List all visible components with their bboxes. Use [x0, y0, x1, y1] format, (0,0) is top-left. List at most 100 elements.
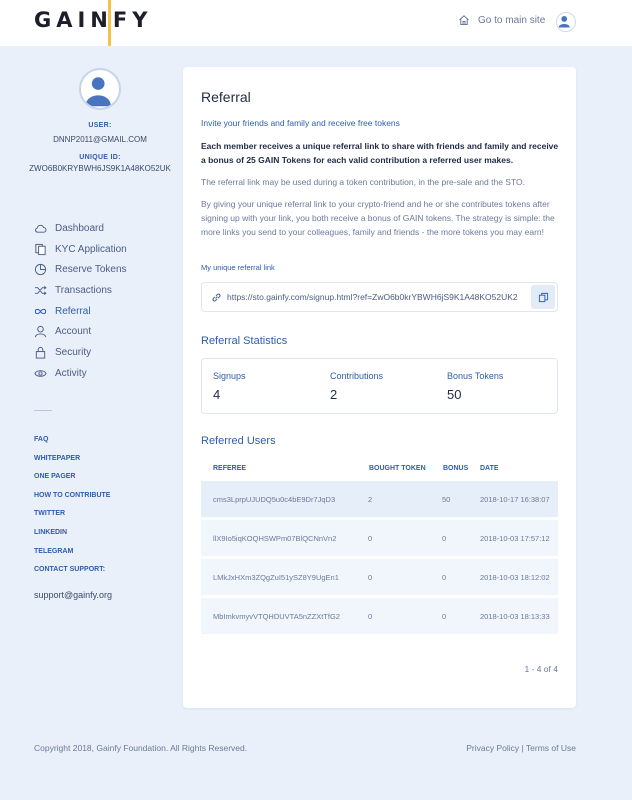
- cell-bonus: 50: [442, 495, 451, 504]
- referral-subtitle: Invite your friends and family and recei…: [201, 118, 400, 128]
- link-faq[interactable]: FAQ: [34, 436, 112, 455]
- support-email-link[interactable]: support@gainfy.org: [34, 590, 112, 600]
- sidebar-item-security[interactable]: Security: [34, 342, 127, 363]
- table-row: cms3LprpUJUDQ5u0c4bE9Dr7JqD3 2 50 2018-1…: [201, 481, 558, 517]
- referral-strategy-text: By giving your unique referral link to y…: [201, 199, 555, 237]
- pagination-info: 1 - 4 of 4: [524, 664, 558, 674]
- footer-links: Privacy Policy | Terms of Use: [466, 743, 576, 753]
- unique-id-value: ZWO6B0KRYBWH6JS9K1A48KO52UK: [29, 164, 171, 173]
- unique-id-label: UNIQUE ID:: [79, 154, 121, 161]
- user-email: DNNP2011@GMAIL.COM: [53, 135, 147, 144]
- sidebar: USER: DNNP2011@GMAIL.COM UNIQUE ID: ZWO6…: [0, 46, 180, 746]
- top-header: GAINFY Go to main site: [0, 0, 632, 46]
- sidebar-item-referral[interactable]: Referral: [34, 301, 127, 322]
- profile-avatar: [79, 68, 121, 110]
- link-linkedin[interactable]: LINKEDIN: [34, 529, 112, 548]
- cell-bought-token: 0: [368, 612, 373, 621]
- go-to-main-site-link[interactable]: Go to main site: [458, 14, 545, 26]
- link-one-pager[interactable]: ONE PAGER: [34, 473, 112, 492]
- sidebar-item-label: KYC Application: [55, 243, 127, 255]
- cell-referee: MbImkvmyvVTQHDUVTA5nZZXtTfG2: [213, 612, 340, 621]
- referral-info-text: The referral link may be used during a t…: [201, 177, 525, 187]
- sidebar-item-kyc[interactable]: KYC Application: [34, 239, 127, 260]
- link-twitter[interactable]: TWITTER: [34, 510, 112, 529]
- sidebar-item-label: Activity: [55, 367, 87, 379]
- sidebar-item-label: Account: [55, 326, 92, 338]
- logo-accent-bar: [108, 0, 111, 46]
- cell-date: 2018-10-17 16:38:07: [480, 495, 550, 504]
- pie-chart-icon: [34, 264, 47, 276]
- cell-date: 2018-10-03 18:12:02: [480, 573, 550, 582]
- documents-icon: [35, 243, 46, 255]
- copyright-text: Copyright 2018, Gainfy Foundation. All R…: [34, 743, 248, 753]
- terms-of-use-link[interactable]: Terms of Use: [526, 743, 576, 753]
- cell-bonus: 0: [442, 612, 447, 621]
- user-avatar-icon: [85, 77, 111, 107]
- referral-link-url[interactable]: https://sto.gainfy.com/signup.html?ref=Z…: [227, 292, 531, 302]
- stat-signups: Signups 4: [213, 371, 246, 402]
- sidebar-item-label: Transactions: [55, 284, 112, 296]
- column-header-date: DATE: [480, 465, 499, 472]
- user-avatar-icon: [558, 16, 570, 28]
- sidebar-item-label: Referral: [55, 305, 91, 317]
- sidebar-item-activity[interactable]: Activity: [34, 363, 127, 384]
- privacy-policy-link[interactable]: Privacy Policy: [466, 743, 519, 753]
- sidebar-item-label: Reserve Tokens: [55, 264, 127, 276]
- cloud-icon: [35, 224, 47, 233]
- home-icon: [459, 15, 469, 25]
- copy-icon: [538, 292, 548, 302]
- user-icon: [34, 326, 47, 338]
- go-to-main-site-label: Go to main site: [478, 14, 546, 26]
- cell-referee: cms3LprpUJUDQ5u0c4bE9Dr7JqD3: [213, 495, 336, 504]
- shuffle-icon: [34, 285, 47, 295]
- sidebar-divider: [34, 410, 52, 411]
- sidebar-item-reserve-tokens[interactable]: Reserve Tokens: [34, 259, 127, 280]
- link-icon: [212, 293, 221, 302]
- cell-referee: LMkJxHXm3ZQgZuI51ySZ8Y9UgEn1: [213, 573, 339, 582]
- cell-bought-token: 2: [368, 495, 373, 504]
- cell-bonus: 0: [442, 534, 447, 543]
- stat-label: Bonus Tokens: [447, 371, 504, 381]
- cell-bought-token: 0: [368, 534, 373, 543]
- stat-label: Signups: [213, 371, 246, 381]
- referral-statistics-title: Referral Statistics: [201, 335, 288, 347]
- sidebar-nav: Dashboard KYC Application Reserve Tokens…: [34, 218, 127, 384]
- cell-date: 2018-10-03 17:57:12: [480, 534, 550, 543]
- referred-users-title: Referred Users: [201, 435, 276, 447]
- copy-link-button[interactable]: [531, 285, 555, 309]
- referral-link-field[interactable]: https://sto.gainfy.com/signup.html?ref=Z…: [201, 282, 558, 312]
- referral-link-label: My unique referral link: [201, 263, 275, 272]
- link-how-to-contribute[interactable]: HOW TO CONTRIBUTE: [34, 492, 112, 511]
- stat-contributions: Contributions 2: [330, 371, 383, 402]
- infinity-icon: [34, 308, 47, 314]
- column-header-bought-token: BOUGHT TOKEN: [369, 465, 426, 472]
- link-whitepaper[interactable]: WHITEPAPER: [34, 455, 112, 474]
- page-title: Referral: [201, 89, 251, 105]
- eye-icon: [34, 369, 47, 377]
- cell-date: 2018-10-03 18:13:33: [480, 612, 550, 621]
- link-telegram[interactable]: TELEGRAM: [34, 548, 112, 567]
- gainfy-logo[interactable]: GAINFY: [34, 8, 152, 32]
- table-row: llX9Io5iqKOQHSWPm07BlQCNnVn2 0 0 2018-10…: [201, 520, 558, 556]
- user-menu-avatar[interactable]: [556, 12, 576, 32]
- cell-bonus: 0: [442, 573, 447, 582]
- contact-support-label: CONTACT SUPPORT:: [34, 566, 106, 574]
- stat-value: 4: [213, 387, 221, 402]
- sidebar-item-label: Security: [55, 346, 92, 358]
- footer-separator: |: [521, 743, 524, 753]
- sidebar-item-dashboard[interactable]: Dashboard: [34, 218, 127, 239]
- referral-card: Referral Invite your friends and family …: [183, 67, 576, 708]
- lock-icon: [35, 346, 46, 359]
- stat-bonus-tokens: Bonus Tokens 50: [447, 371, 503, 402]
- sidebar-item-transactions[interactable]: Transactions: [34, 280, 127, 301]
- column-header-bonus: BONUS: [443, 465, 469, 472]
- sidebar-links: FAQ WHITEPAPER ONE PAGER HOW TO CONTRIBU…: [34, 436, 112, 603]
- sidebar-item-account[interactable]: Account: [34, 321, 127, 342]
- user-label: USER:: [88, 122, 112, 129]
- stat-value: 50: [447, 387, 462, 402]
- stat-value: 2: [330, 387, 338, 402]
- table-row: MbImkvmyvVTQHDUVTA5nZZXtTfG2 0 0 2018-10…: [201, 598, 558, 634]
- column-header-referee: REFEREE: [213, 465, 247, 472]
- cell-bought-token: 0: [368, 573, 373, 582]
- cell-referee: llX9Io5iqKOQHSWPm07BlQCNnVn2: [213, 534, 337, 543]
